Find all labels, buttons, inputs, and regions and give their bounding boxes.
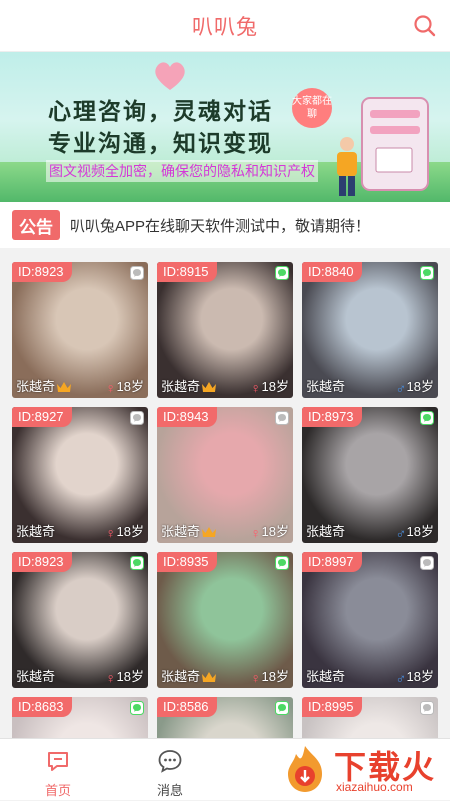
user-name: 张越奇 (161, 379, 201, 394)
app-header: 叭叭兔 (0, 0, 450, 52)
home-chat-icon (48, 752, 68, 771)
phone-illustration (361, 97, 429, 191)
person-illustration (337, 137, 357, 196)
user-card[interactable]: ID:8586 (157, 697, 293, 738)
user-age: 18岁 (261, 669, 289, 684)
user-id-tag: ID:8943 (157, 407, 217, 427)
male-icon: ♂ (395, 670, 407, 686)
chat-bubble-icon[interactable] (275, 701, 289, 715)
user-age: 18岁 (261, 379, 289, 394)
crown-icon (202, 672, 216, 682)
banner-badge: 大家都在聊 (292, 88, 332, 128)
crown-icon (57, 382, 71, 392)
female-icon: ♀ (250, 380, 262, 396)
user-card[interactable]: ID:8923 张越奇 ♀ 18岁 (12, 552, 148, 688)
banner-headline-1: 心理咨询，灵魂对话 (48, 98, 273, 125)
message-icon (158, 750, 182, 773)
user-age: 18岁 (406, 524, 434, 539)
notice-text: 叭叭兔APP在线聊天软件测试中，敬请期待！ (70, 217, 371, 235)
chat-bubble-icon[interactable] (420, 411, 434, 425)
notice-bar[interactable]: 公告 叭叭兔APP在线聊天软件测试中，敬请期待！ (0, 202, 450, 248)
tab-messages-label: 消息 (156, 783, 183, 798)
user-card[interactable]: ID:8915 张越奇 ♀ 18岁 (157, 262, 293, 398)
female-icon: ♀ (250, 525, 262, 541)
chat-bubble-icon[interactable] (130, 701, 144, 715)
user-id-tag: ID:8683 (12, 697, 72, 717)
chat-bubble-icon[interactable] (275, 411, 289, 425)
user-id-tag: ID:8935 (157, 552, 217, 572)
user-name: 张越奇 (16, 524, 56, 539)
promo-banner[interactable]: 大家都在聊 心理咨询，灵魂对话 专业沟通，知识变现 图文视频全加密，确保您的隐私… (0, 52, 450, 202)
user-id-tag: ID:8840 (302, 262, 362, 282)
user-id-tag: ID:8923 (12, 262, 72, 282)
user-name: 张越奇 (306, 669, 346, 684)
user-id-tag: ID:8927 (12, 407, 72, 427)
user-card[interactable]: ID:8943 张越奇 ♀ 18岁 (157, 407, 293, 543)
male-icon: ♂ (395, 380, 407, 396)
user-id-tag: ID:8995 (302, 697, 362, 717)
watermark: 下载火 xiazaihuo.com (274, 740, 444, 798)
user-age: 18岁 (261, 524, 289, 539)
search-icon[interactable] (412, 13, 438, 39)
watermark-url: xiazaihuo.com (336, 780, 413, 794)
chat-bubble-icon[interactable] (130, 266, 144, 280)
user-id-tag: ID:8973 (302, 407, 362, 427)
chat-bubble-icon[interactable] (420, 701, 434, 715)
user-age: 18岁 (116, 669, 144, 684)
banner-headline-2: 专业沟通，知识变现 (48, 130, 273, 157)
user-card[interactable]: ID:8973 张越奇 ♂ 18岁 (302, 407, 438, 543)
app-title: 叭叭兔 (192, 15, 258, 39)
user-card[interactable]: ID:8840 张越奇 ♂ 18岁 (302, 262, 438, 398)
user-card[interactable]: ID:8683 (12, 697, 148, 738)
crown-icon (202, 382, 216, 392)
male-icon: ♂ (395, 525, 407, 541)
tab-messages[interactable]: 消息 (130, 739, 210, 801)
user-id-tag: ID:8923 (12, 552, 72, 572)
user-age: 18岁 (116, 524, 144, 539)
notice-tag: 公告 (12, 210, 60, 240)
female-icon: ♀ (105, 380, 117, 396)
flame-logo-icon (288, 746, 322, 792)
user-name: 张越奇 (306, 379, 346, 394)
user-age: 18岁 (406, 669, 434, 684)
user-card[interactable]: ID:8995 (302, 697, 438, 738)
chat-bubble-icon[interactable] (420, 556, 434, 570)
user-grid: ID:8923 张越奇 ♀ 18岁 ID:8915 张越奇 ♀ 18岁 ID:8840 张越奇 ♂ 1… (12, 262, 438, 738)
chat-bubble-icon[interactable] (130, 411, 144, 425)
user-card[interactable]: ID:8927 张越奇 ♀ 18岁 (12, 407, 148, 543)
user-card[interactable]: ID:8923 张越奇 ♀ 18岁 (12, 262, 148, 398)
female-icon: ♀ (250, 670, 262, 686)
user-id-tag: ID:8997 (302, 552, 362, 572)
user-card[interactable]: ID:8935 张越奇 ♀ 18岁 (157, 552, 293, 688)
heart-balloon-icon (155, 62, 185, 90)
user-name: 张越奇 (161, 669, 201, 684)
crown-icon (202, 527, 216, 537)
tab-home[interactable]: 首页 (18, 739, 98, 801)
chat-bubble-icon[interactable] (130, 556, 144, 570)
user-name: 张越奇 (16, 379, 56, 394)
female-icon: ♀ (105, 670, 117, 686)
user-id-tag: ID:8586 (157, 697, 217, 717)
user-id-tag: ID:8915 (157, 262, 217, 282)
user-age: 18岁 (406, 379, 434, 394)
chat-bubble-icon[interactable] (275, 556, 289, 570)
chat-bubble-icon[interactable] (275, 266, 289, 280)
female-icon: ♀ (105, 525, 117, 541)
user-name: 张越奇 (306, 524, 346, 539)
user-card[interactable]: ID:8997 张越奇 ♂ 18岁 (302, 552, 438, 688)
user-age: 18岁 (116, 379, 144, 394)
chat-bubble-icon[interactable] (420, 266, 434, 280)
user-name: 张越奇 (161, 524, 201, 539)
user-name: 张越奇 (16, 669, 56, 684)
banner-subline: 图文视频全加密，确保您的隐私和知识产权 (46, 160, 318, 182)
tab-home-label: 首页 (44, 783, 71, 798)
